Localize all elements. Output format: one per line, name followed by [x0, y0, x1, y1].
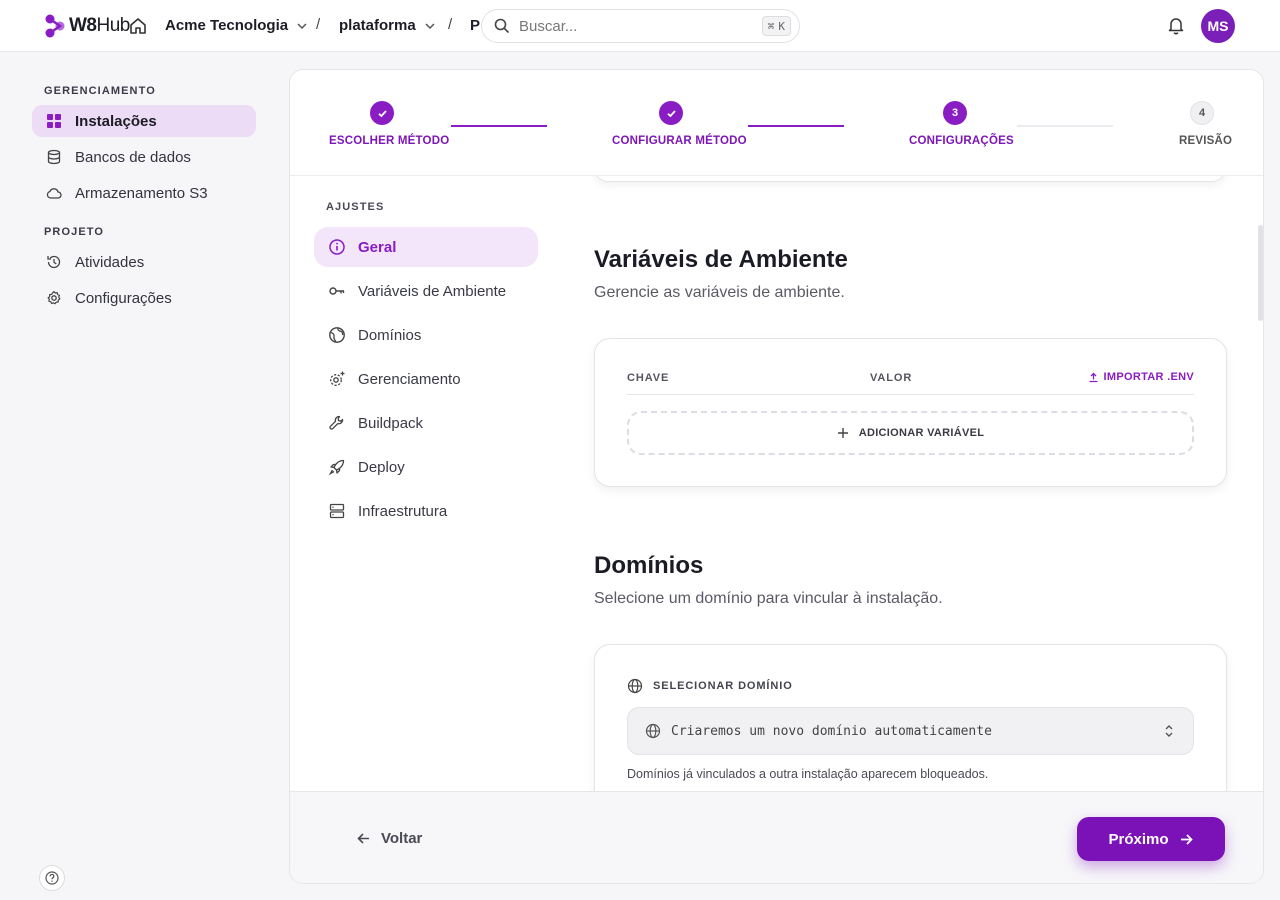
sidebar-item-label: Instalações [75, 112, 157, 130]
globe-icon [645, 723, 661, 739]
sidebar-item-atividades[interactable]: Atividades [32, 246, 256, 278]
domain-select-value: Criaremos um novo domínio automaticament… [671, 723, 992, 739]
org-name: Acme Tecnologia [165, 17, 289, 34]
help-button[interactable] [39, 865, 65, 891]
arrow-left-icon [357, 833, 369, 844]
domain-select[interactable]: Criaremos um novo domínio automaticament… [627, 707, 1194, 755]
step-2-check-icon[interactable] [659, 101, 683, 125]
sidebar-section-title: GERENCIAMENTO [44, 85, 156, 97]
import-env-button[interactable]: IMPORTAR .ENV [1088, 371, 1194, 383]
breadcrumb-separator: / [316, 16, 321, 33]
sidebar-item-label: Atividades [75, 253, 145, 271]
sidebar-section-title: PROJETO [44, 226, 105, 238]
step-2-label: CONFIGURAR MÉTODO [612, 135, 747, 147]
next-button[interactable]: Próximo [1077, 817, 1225, 861]
divider [627, 394, 1194, 395]
home-icon[interactable] [128, 16, 148, 36]
step-1-label: ESCOLHER MÉTODO [329, 135, 450, 147]
breadcrumb-item[interactable]: P [470, 17, 480, 34]
add-variable-button[interactable]: ADICIONAR VARIÁVEL [627, 411, 1194, 455]
sidebar-item-configuracoes[interactable]: Configurações [32, 282, 256, 314]
logo-text: W8Hub [69, 15, 130, 36]
breadcrumb-separator: / [448, 16, 453, 33]
import-env-label: IMPORTAR .ENV [1103, 371, 1194, 383]
logo[interactable]: W8Hub [44, 13, 130, 39]
chevron-down-icon [425, 22, 435, 29]
step-3-label: CONFIGURAÇÕES [909, 135, 1014, 147]
sidebar-item-label: Configurações [75, 289, 172, 307]
step-connector [748, 125, 844, 127]
project-name: plataforma [339, 17, 416, 34]
domain-hint: Domínios já vinculados a outra instalaçã… [627, 767, 989, 781]
plus-icon [837, 428, 848, 438]
select-domain-label: SELECIONAR DOMÍNIO [627, 678, 793, 694]
step-4-number[interactable]: 4 [1190, 101, 1214, 125]
sidebar-item-bancos-de-dados[interactable]: Bancos de dados [32, 141, 256, 173]
sidebar-item-armazenamento-s3[interactable]: Armazenamento S3 [32, 177, 256, 209]
history-icon [47, 255, 61, 269]
step-connector [451, 125, 547, 127]
wizard-footer: Voltar Próximo [290, 791, 1263, 883]
database-icon [47, 149, 61, 165]
grid-icon [47, 114, 61, 128]
sidebar-item-label: Armazenamento S3 [75, 184, 208, 202]
search-bar[interactable]: ⌘K [481, 9, 800, 43]
env-variables-panel: CHAVE VALOR IMPORTAR .ENV ADICIONAR VARI… [594, 338, 1227, 487]
env-section-subtitle: Gerencie as variáveis de ambiente. [594, 284, 845, 301]
gear-icon [47, 290, 61, 305]
step-connector [1017, 125, 1113, 127]
top-bar: W8Hub Acme Tecnologia / plataforma / P ⌘… [0, 0, 1280, 52]
sidebar-item-instalacoes[interactable]: Instalações [32, 105, 256, 137]
domain-section-title: Domínios [594, 552, 704, 579]
previous-panel-edge [594, 176, 1226, 182]
help-icon [45, 871, 59, 885]
settings-content[interactable]: Variáveis de Ambiente Gerencie as variáv… [290, 176, 1263, 791]
step-1-check-icon[interactable] [370, 101, 394, 125]
search-icon [494, 18, 510, 34]
chevron-up-down-icon [1165, 725, 1173, 737]
scrollbar-thumb[interactable] [1258, 225, 1263, 321]
search-input[interactable] [519, 17, 739, 35]
step-3-number[interactable]: 3 [943, 101, 967, 125]
arrow-right-icon [1180, 833, 1193, 845]
back-label: Voltar [381, 830, 423, 847]
globe-icon [627, 678, 643, 694]
domain-panel: SELECIONAR DOMÍNIO Criaremos um novo dom… [594, 644, 1227, 791]
back-button[interactable]: Voltar [356, 830, 422, 847]
search-shortcut: ⌘ K [761, 16, 791, 36]
sidebar-item-label: Bancos de dados [75, 148, 191, 166]
env-section-title: Variáveis de Ambiente [594, 246, 848, 273]
add-variable-label: ADICIONAR VARIÁVEL [858, 427, 985, 439]
bell-icon[interactable] [1166, 15, 1186, 35]
wizard-card: ESCOLHER MÉTODO CONFIGURAR MÉTODO 3 CONF… [289, 69, 1264, 884]
stepper: ESCOLHER MÉTODO CONFIGURAR MÉTODO 3 CONF… [290, 70, 1263, 176]
sidebar: GERENCIAMENTO Instalações Bancos de dado… [0, 52, 280, 900]
project-switcher[interactable]: plataforma [339, 17, 436, 34]
domain-section-subtitle: Selecione um domínio para vincular à ins… [594, 590, 943, 607]
cloud-icon [46, 188, 62, 199]
step-4-label: REVISÃO [1179, 135, 1233, 147]
chevron-down-icon [297, 22, 307, 29]
column-header-key: CHAVE [627, 372, 670, 384]
logo-icon [45, 14, 65, 38]
next-label: Próximo [1108, 830, 1169, 848]
org-switcher[interactable]: Acme Tecnologia [165, 17, 308, 34]
upload-icon [1089, 372, 1098, 382]
column-header-value: VALOR [870, 372, 913, 384]
avatar[interactable]: MS [1201, 9, 1235, 43]
